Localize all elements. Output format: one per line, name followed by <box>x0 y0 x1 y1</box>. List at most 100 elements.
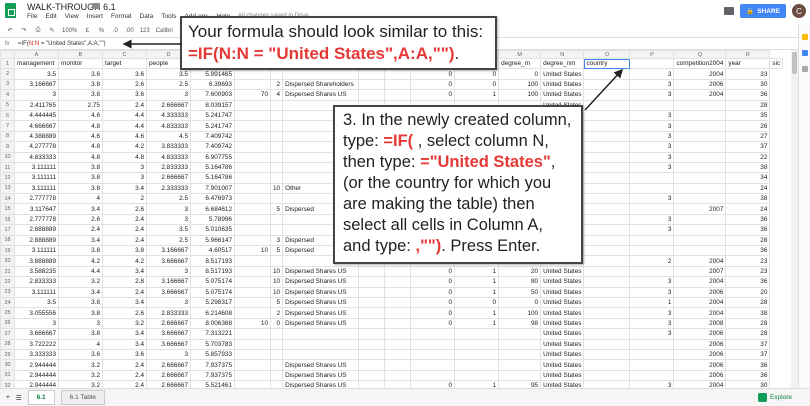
cell[interactable]: 3 <box>629 151 675 163</box>
cell[interactable]: 4 <box>58 193 103 205</box>
formula-input[interactable]: =IF(N:N = "United States",A:A,"") <box>14 41 106 47</box>
row-number[interactable]: 11 <box>0 161 15 174</box>
column-header-M[interactable]: M <box>498 50 542 59</box>
cell[interactable] <box>583 234 631 247</box>
cell[interactable]: 5.241747 <box>190 120 235 132</box>
cell[interactable]: 3 <box>146 89 191 101</box>
cell[interactable]: 3.5 <box>146 224 191 236</box>
cell[interactable]: Dispersed Shares US <box>282 265 360 278</box>
cell[interactable] <box>269 359 284 371</box>
print-icon[interactable]: ⎙ <box>34 27 42 34</box>
row-number[interactable]: 3 <box>0 78 15 91</box>
cell[interactable] <box>269 380 284 388</box>
cell[interactable]: 5.164786 <box>190 161 235 174</box>
cell[interactable]: 2.4 <box>102 234 147 247</box>
cell[interactable]: 2.4 <box>102 99 147 111</box>
cell[interactable]: Dispersed Shares US <box>282 89 360 101</box>
cell[interactable] <box>673 109 727 122</box>
cell[interactable]: 2.666667 <box>146 317 191 330</box>
cell[interactable]: 3.111111 <box>14 172 59 184</box>
cell[interactable]: 28 <box>725 296 771 309</box>
cell[interactable]: 2.5 <box>146 193 191 205</box>
cell[interactable] <box>454 328 500 340</box>
cell[interactable]: 3.8 <box>58 172 103 184</box>
cell[interactable] <box>673 130 727 143</box>
cell[interactable]: 3.8 <box>58 296 103 309</box>
row-number[interactable]: 29 <box>0 348 15 361</box>
decrease-decimal-button[interactable]: .0 <box>111 28 119 34</box>
cell[interactable]: 3.333333 <box>14 348 59 361</box>
cell[interactable] <box>269 213 284 226</box>
cell[interactable] <box>234 213 271 226</box>
cell[interactable] <box>384 78 412 91</box>
cell[interactable]: 37 <box>725 348 771 361</box>
cell[interactable]: 3.833333 <box>146 141 191 153</box>
cell[interactable]: 0 <box>498 68 542 80</box>
cell[interactable]: 2.8 <box>102 276 147 288</box>
cell[interactable]: United States <box>540 78 585 91</box>
cell[interactable]: United States <box>540 348 585 361</box>
column-header-P[interactable]: P <box>629 50 675 59</box>
cell[interactable]: 5 <box>269 203 284 215</box>
cell[interactable] <box>282 348 360 361</box>
row-number[interactable]: 26 <box>0 317 15 330</box>
cell[interactable]: 3 <box>14 89 59 101</box>
cell[interactable]: 4.4 <box>102 109 147 122</box>
cell[interactable] <box>629 182 675 195</box>
cell[interactable]: 4.2 <box>58 255 103 267</box>
row-number[interactable]: 4 <box>0 89 15 101</box>
cell[interactable]: 3.5 <box>14 296 59 309</box>
cell[interactable]: 0 <box>454 78 500 91</box>
cell[interactable]: 4.8 <box>58 120 103 132</box>
cell[interactable]: 4.6 <box>102 130 147 143</box>
all-sheets-icon[interactable]: ☰ <box>16 394 22 402</box>
cell[interactable]: 8.517193 <box>190 255 235 267</box>
cell[interactable]: 3.8 <box>58 78 103 91</box>
cell[interactable]: 3.6 <box>102 348 147 361</box>
cell[interactable] <box>358 317 386 330</box>
cell[interactable]: 6.907755 <box>190 151 235 163</box>
cell[interactable] <box>358 89 386 101</box>
cell[interactable]: 5.164786 <box>190 172 235 184</box>
cell[interactable]: 80 <box>498 276 542 288</box>
cell[interactable] <box>234 203 271 215</box>
cell[interactable]: 0 <box>410 296 456 309</box>
cell[interactable] <box>234 296 271 309</box>
more-formats-button[interactable]: 123 <box>140 28 150 34</box>
cell[interactable]: 2.6 <box>102 307 147 319</box>
cell[interactable] <box>673 120 727 132</box>
row-number[interactable]: 32 <box>0 380 15 388</box>
cell[interactable]: 3.666667 <box>146 328 191 340</box>
cell[interactable] <box>269 193 284 205</box>
cell[interactable] <box>384 369 412 382</box>
cell[interactable] <box>629 99 675 111</box>
cell[interactable] <box>583 224 631 236</box>
cell[interactable]: 2 <box>629 255 675 267</box>
row-number[interactable]: 16 <box>0 213 15 226</box>
cell[interactable]: 3 <box>102 172 147 184</box>
cell[interactable] <box>410 338 456 350</box>
cell[interactable]: Dispersed Shares US <box>282 286 360 299</box>
cell[interactable]: 3 <box>629 78 675 91</box>
cell[interactable]: 2 <box>102 193 147 205</box>
row-number[interactable]: 14 <box>0 193 15 205</box>
cell[interactable]: 3.722222 <box>14 338 59 350</box>
cell[interactable] <box>269 369 284 382</box>
cell[interactable]: 4.2 <box>102 141 147 153</box>
cell[interactable] <box>454 348 500 361</box>
cell[interactable]: 24 <box>725 203 771 215</box>
cell[interactable] <box>269 99 284 111</box>
cell[interactable]: 2.666667 <box>146 380 191 388</box>
cell[interactable]: 0 <box>410 380 456 388</box>
cell[interactable] <box>454 338 500 350</box>
cell[interactable] <box>583 68 631 80</box>
cell[interactable] <box>384 265 412 278</box>
cell[interactable]: 4 <box>269 89 284 101</box>
cell[interactable]: 4 <box>58 338 103 350</box>
cell[interactable]: 2008 <box>673 317 727 330</box>
cell[interactable]: 2.833333 <box>146 161 191 174</box>
cell[interactable]: 3.2 <box>58 369 103 382</box>
cell[interactable] <box>673 193 727 205</box>
header-cell[interactable]: degree_nm <box>540 57 585 70</box>
cell[interactable] <box>234 369 271 382</box>
